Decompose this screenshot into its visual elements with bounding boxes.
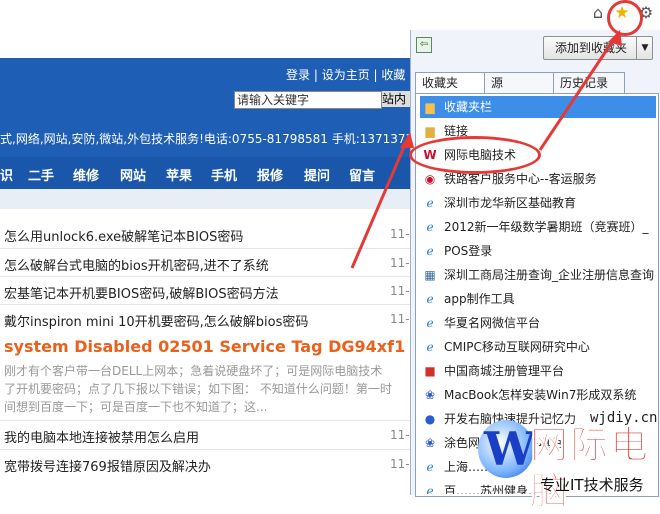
arrowhead xyxy=(400,132,414,148)
watermark-brand: 网际电脑 xyxy=(530,423,651,514)
watermark-logo: wjdiy.cn W 网际电脑 专业IT技术服务 xyxy=(478,410,660,514)
annotation-arrow xyxy=(350,139,409,269)
annotation-arrow xyxy=(538,35,618,151)
watermark-slogan: 专业IT技术服务 xyxy=(540,476,644,494)
w-logo-icon: W xyxy=(484,422,536,476)
